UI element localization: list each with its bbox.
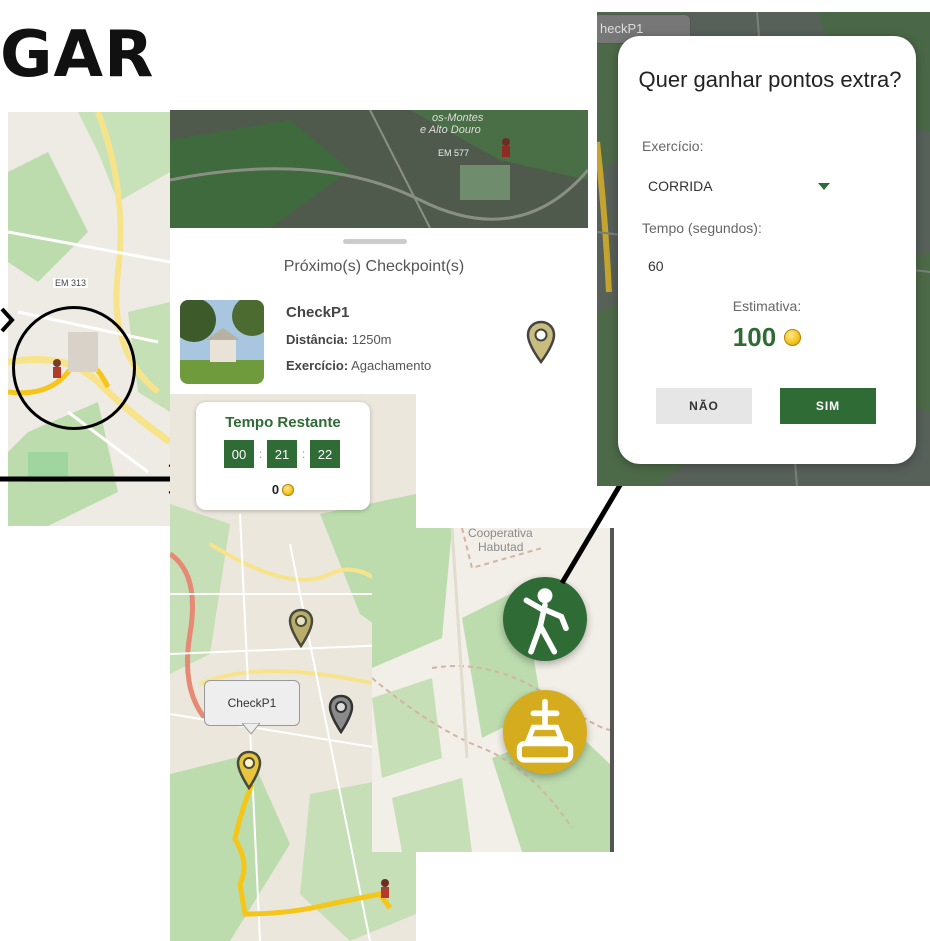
timer-separator: : bbox=[258, 447, 263, 461]
timer-title: Tempo Restante bbox=[225, 414, 341, 431]
timer-minutes: 21 bbox=[267, 440, 297, 468]
user-avatar-icon bbox=[500, 138, 512, 158]
exercise-value: Agachamento bbox=[351, 358, 432, 373]
extra-points-dialog: Quer ganhar pontos extra? Exercício: COR… bbox=[618, 36, 916, 464]
user-avatar-icon bbox=[378, 878, 392, 900]
estimate-label: Estimativa: bbox=[732, 298, 802, 314]
page-heading: GAR bbox=[0, 18, 155, 92]
bubble-pointer bbox=[242, 723, 260, 735]
coins-count: 0 bbox=[271, 482, 280, 497]
checkpoint-row[interactable]: CheckP1 Distância: 1250m Exercício: Agac… bbox=[180, 298, 580, 388]
estimate-display: 100 bbox=[618, 322, 916, 353]
road-label-em577: EM 577 bbox=[438, 148, 470, 158]
map-pin-icon[interactable] bbox=[288, 608, 314, 648]
map-pin-icon[interactable] bbox=[328, 694, 354, 734]
checkpoint-thumbnail bbox=[180, 300, 264, 384]
timer-card: Tempo Restante 00 : 21 : 22 0 bbox=[196, 402, 370, 510]
exercise-dropdown-value: CORRIDA bbox=[648, 178, 713, 194]
checkpoint-exercise: Exercício: Agachamento bbox=[286, 358, 431, 373]
time-label: Tempo (segundos): bbox=[642, 220, 762, 236]
time-input[interactable]: 60 bbox=[648, 258, 828, 278]
checkpoint-panel-screenshot: os-Montes e Alto Douro EM 577 Próximo(s)… bbox=[170, 110, 588, 394]
treasure-icon bbox=[516, 698, 574, 763]
distance-label: Distância: bbox=[286, 332, 349, 347]
panel-map: os-Montes e Alto Douro EM 577 bbox=[170, 110, 588, 228]
timer-hours: 00 bbox=[224, 440, 254, 468]
road-label-em313: EM 313 bbox=[53, 278, 89, 288]
dropdown-triangle-icon bbox=[818, 183, 830, 190]
checkpoint-info-bubble: CheckP1 bbox=[204, 680, 300, 726]
checkpoint-distance: Distância: 1250m bbox=[286, 332, 392, 347]
highlight-circle bbox=[12, 306, 136, 430]
map-tab-label: heckP1 bbox=[600, 21, 644, 36]
map-pin-icon[interactable] bbox=[526, 320, 556, 365]
treasure-fab-button[interactable] bbox=[503, 690, 587, 774]
distance-value: 1250m bbox=[351, 332, 392, 347]
exercise-dropdown[interactable]: CORRIDA bbox=[642, 176, 842, 200]
timer-separator: : bbox=[301, 447, 306, 461]
coin-icon bbox=[282, 483, 295, 496]
exercise-label: Exercício: bbox=[286, 358, 349, 373]
estimate-value: 100 bbox=[732, 322, 777, 352]
arrow-to-timer bbox=[0, 461, 196, 497]
dialog-screenshot: heckP1 Quer ganhar pontos extra? Exercíc… bbox=[597, 12, 930, 486]
map-place-label-1: os-Montes bbox=[432, 112, 484, 124]
drag-handle[interactable] bbox=[343, 239, 407, 244]
coins-display: 0 bbox=[196, 482, 370, 497]
map-place-label: Habutad bbox=[478, 540, 524, 554]
exercise-label: Exercício: bbox=[642, 138, 704, 154]
timer-seconds: 22 bbox=[310, 440, 340, 468]
coin-icon bbox=[784, 329, 802, 346]
map-place-label-2: e Alto Douro bbox=[420, 124, 481, 136]
no-button[interactable]: NÃO bbox=[656, 388, 752, 424]
map-pin-icon[interactable] bbox=[236, 750, 262, 790]
timer-display: 00 : 21 : 22 bbox=[224, 440, 340, 468]
dialog-title: Quer ganhar pontos extra? bbox=[638, 67, 902, 92]
map-place-label: Cooperativa bbox=[468, 528, 533, 540]
arrow-into-circle bbox=[0, 307, 15, 333]
panel-title: Próximo(s) Checkpoint(s) bbox=[283, 258, 465, 275]
checkpoint-name: CheckP1 bbox=[286, 304, 350, 321]
yes-button[interactable]: SIM bbox=[780, 388, 876, 424]
